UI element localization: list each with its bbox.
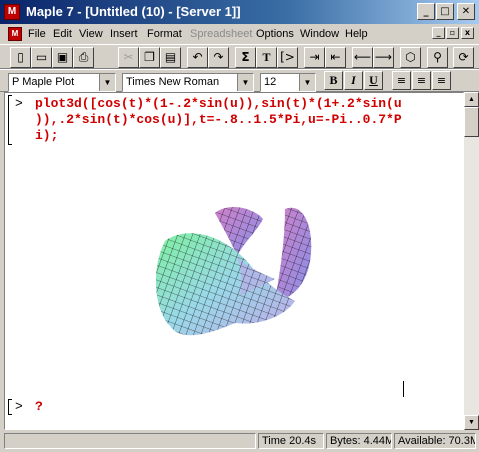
format-toolbar: P Maple Plot ▼ Times New Roman ▼ 12 ▼ B … xyxy=(0,69,479,92)
text-caret xyxy=(403,381,404,397)
undo-icon[interactable]: ↶ xyxy=(187,47,208,68)
status-message xyxy=(4,433,256,449)
font-select[interactable]: Times New Roman ▼ xyxy=(122,73,254,92)
align-right-icon[interactable]: ≡ xyxy=(432,71,451,90)
scroll-thumb[interactable] xyxy=(464,107,479,137)
doc-close-button[interactable]: x xyxy=(461,27,474,39)
align-center-icon[interactable]: ≡ xyxy=(412,71,431,90)
menu-spreadsheet[interactable]: Spreadsheet xyxy=(190,28,252,40)
outdent-icon[interactable]: ⇤ xyxy=(325,47,346,68)
minimize-button[interactable]: _ xyxy=(417,3,435,20)
status-bytes: Bytes: 4.44M xyxy=(326,433,392,449)
size-select[interactable]: 12 ▼ xyxy=(260,73,316,92)
size-value: 12 xyxy=(264,76,277,88)
maple-input[interactable]: plot3d([cos(t)*(1-.2*sin(u)),sin(t)*(1+.… xyxy=(35,96,455,144)
scroll-up-icon[interactable]: ▲ xyxy=(464,92,479,107)
scroll-down-icon[interactable]: ▼ xyxy=(464,415,479,430)
italic-button[interactable]: I xyxy=(344,71,363,90)
vertical-scrollbar[interactable]: ▲ ▼ xyxy=(464,92,479,430)
chevron-down-icon[interactable]: ▼ xyxy=(237,74,253,91)
align-left-icon[interactable]: ≡ xyxy=(392,71,411,90)
plot3d-surface[interactable] xyxy=(145,201,325,351)
menu-view[interactable]: View xyxy=(79,28,103,40)
menu-format[interactable]: Format xyxy=(147,28,182,40)
execution-group-bracket[interactable] xyxy=(8,95,12,145)
save-icon[interactable]: ▣ xyxy=(52,47,73,68)
status-time: Time 20.4s xyxy=(258,433,324,449)
execution-group-bracket[interactable] xyxy=(8,399,12,415)
chevron-down-icon[interactable]: ▼ xyxy=(299,74,315,91)
copy-icon[interactable]: ❐ xyxy=(139,47,160,68)
print-icon[interactable]: ⎙ xyxy=(73,47,94,68)
cut-icon[interactable]: ✂ xyxy=(118,47,139,68)
menu-help[interactable]: Help xyxy=(345,28,368,40)
worksheet-area[interactable]: > plot3d([cos(t)*(1-.2*sin(u)),sin(t)*(1… xyxy=(4,92,464,430)
input-line: plot3d([cos(t)*(1-.2*sin(u)),sin(t)*(1+.… xyxy=(35,96,402,111)
doc-restore-button[interactable]: ▫ xyxy=(446,27,459,39)
style-select[interactable]: P Maple Plot ▼ xyxy=(8,73,116,92)
input-cursor[interactable]: ? xyxy=(35,399,43,414)
menu-bar: M File Edit View Insert Format Spreadshe… xyxy=(0,24,479,44)
window-title: Maple 7 - [Untitled (10) - [Server 1]] xyxy=(26,4,241,19)
close-button[interactable]: ✕ xyxy=(457,3,475,20)
document-icon[interactable]: M xyxy=(8,27,22,41)
zoom-icon[interactable]: ⚲ xyxy=(427,47,448,68)
font-value: Times New Roman xyxy=(126,76,220,88)
menu-window[interactable]: Window xyxy=(300,28,339,40)
input-line: )),.2*sin(t)*cos(u)],t=-.8..1.5*Pi,u=-Pi… xyxy=(35,112,402,127)
prompt-icon[interactable]: [> xyxy=(277,47,298,68)
bold-button[interactable]: B xyxy=(324,71,343,90)
indent-icon[interactable]: ⇥ xyxy=(304,47,325,68)
status-bar: Time 20.4s Bytes: 4.44M Available: 70.3M xyxy=(0,430,479,452)
input-prompt: > xyxy=(15,399,23,414)
input-prompt: > xyxy=(15,96,23,111)
input-line: i); xyxy=(35,128,59,143)
menu-insert[interactable]: Insert xyxy=(110,28,138,40)
status-available: Available: 70.3M xyxy=(394,433,476,449)
redo-icon[interactable]: ↷ xyxy=(208,47,229,68)
main-toolbar: ▯ ▭ ▣ ⎙ ✂ ❐ ▤ ↶ ↷ Σ T [> ⇥ ⇤ ⟵ ⟶ ⬡ ⚲ ⟳ xyxy=(0,44,479,69)
sigma-icon[interactable]: Σ xyxy=(235,47,256,68)
menu-edit[interactable]: Edit xyxy=(53,28,72,40)
surface-mesh xyxy=(275,207,312,301)
surface-mesh xyxy=(155,233,295,336)
menu-options[interactable]: Options xyxy=(256,28,294,40)
doc-minimize-button[interactable]: _ xyxy=(432,27,445,39)
text-icon[interactable]: T xyxy=(256,47,277,68)
stop-icon[interactable]: ⬡ xyxy=(400,47,421,68)
title-bar: M Maple 7 - [Untitled (10) - [Server 1]]… xyxy=(0,0,479,24)
menu-file[interactable]: File xyxy=(28,28,46,40)
open-icon[interactable]: ▭ xyxy=(31,47,52,68)
maple-app-icon[interactable]: M xyxy=(4,4,20,20)
chevron-down-icon[interactable]: ▼ xyxy=(99,74,115,91)
underline-button[interactable]: U xyxy=(364,71,383,90)
forward-icon[interactable]: ⟶ xyxy=(373,47,394,68)
maximize-button[interactable]: □ xyxy=(436,3,454,20)
new-icon[interactable]: ▯ xyxy=(10,47,31,68)
paste-icon[interactable]: ▤ xyxy=(160,47,181,68)
style-value: P Maple Plot xyxy=(12,76,75,88)
restart-icon[interactable]: ⟳ xyxy=(453,47,474,68)
back-icon[interactable]: ⟵ xyxy=(352,47,373,68)
